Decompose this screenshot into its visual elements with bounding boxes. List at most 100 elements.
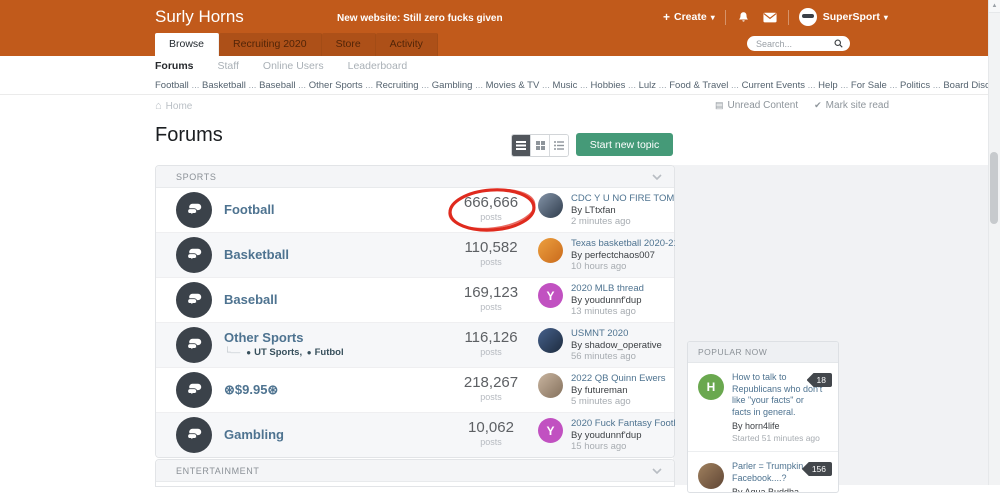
avatar[interactable]: [538, 328, 563, 353]
avatar[interactable]: [538, 238, 563, 263]
collapse-chevron-icon[interactable]: [652, 172, 662, 182]
section-title: ENTERTAINMENT: [176, 466, 259, 476]
plus-icon: +: [663, 10, 670, 24]
latest-post-time: 2 minutes ago: [571, 216, 675, 228]
latest-post-title-link[interactable]: 2020 Fuck Fantasy Football: [571, 418, 675, 430]
avatar[interactable]: H: [698, 374, 724, 400]
category-link[interactable]: Other Sports: [309, 80, 363, 91]
grid-view-toggle[interactable]: [531, 135, 550, 156]
latest-post-title-link[interactable]: 2022 QB Quinn Ewers: [571, 373, 675, 385]
latest-post-time: 5 minutes ago: [571, 396, 675, 408]
popular-topic-author[interactable]: By Aqua Buddha: [732, 487, 830, 493]
avatar[interactable]: Y: [538, 283, 563, 308]
forum-title-link[interactable]: Other Sports: [224, 330, 303, 345]
category-link[interactable]: For Sale: [851, 80, 887, 91]
latest-post-title-link[interactable]: 2020 MLB thread: [571, 283, 675, 295]
avatar[interactable]: [538, 373, 563, 398]
announcement-ticker: New website: Still zero fucks given: [337, 13, 503, 24]
category-link[interactable]: Music: [553, 80, 578, 91]
forum-title-link[interactable]: Basketball: [224, 247, 289, 262]
category-link[interactable]: Football: [155, 80, 189, 91]
latest-post-author[interactable]: By youdunnf'dup: [571, 430, 675, 442]
latest-post-title-link[interactable]: CDC Y U NO FIRE TOM HERMAN..: [571, 193, 675, 205]
category-link[interactable]: Gambling: [432, 80, 473, 91]
avatar[interactable]: [538, 193, 563, 218]
latest-post: 2022 QB Quinn Ewers By futureman 5 minut…: [538, 373, 675, 408]
posts-number: 10,062: [446, 419, 536, 436]
unread-content-icon: ▤: [715, 100, 724, 110]
create-button[interactable]: + Create ▾: [663, 10, 715, 24]
breadcrumb[interactable]: ⌂Home: [155, 100, 192, 112]
category-link[interactable]: Baseball: [259, 80, 295, 91]
tab-recruiting-2020[interactable]: Recruiting 2020: [219, 33, 322, 56]
latest-post-time: 10 hours ago: [571, 261, 675, 273]
forum-title-link[interactable]: Gambling: [224, 427, 284, 442]
category-link[interactable]: Recruiting: [376, 80, 419, 91]
tab-browse[interactable]: Browse: [155, 33, 219, 56]
posts-label: posts: [446, 302, 536, 312]
subnav-staff[interactable]: Staff: [218, 60, 239, 72]
forum-title-link[interactable]: Football: [224, 202, 275, 217]
mark-site-read-link[interactable]: ✔Mark site read: [814, 100, 889, 111]
subnav-forums[interactable]: Forums: [155, 60, 194, 72]
latest-post-author[interactable]: By perfectchaos007: [571, 250, 675, 262]
tab-store[interactable]: Store: [322, 33, 376, 56]
search-input[interactable]: [754, 38, 834, 50]
category-link[interactable]: Movies & TV: [486, 80, 540, 91]
subforum-link[interactable]: Futbol: [315, 347, 344, 358]
subnav-online-users[interactable]: Online Users: [263, 60, 324, 72]
avatar[interactable]: Y: [538, 418, 563, 443]
latest-post-author[interactable]: By futureman: [571, 385, 675, 397]
posts-count: 10,062 posts: [446, 419, 536, 447]
popular-topic-author[interactable]: By horn4life: [732, 421, 830, 431]
subnav-leaderboard[interactable]: Leaderboard: [348, 60, 408, 72]
latest-post-author[interactable]: By LTtxfan: [571, 205, 675, 217]
scrollbar-thumb[interactable]: [990, 152, 998, 224]
notifications-bell-icon[interactable]: [736, 10, 751, 25]
category-link[interactable]: Hobbies: [591, 80, 626, 91]
forum-title-link[interactable]: Baseball: [224, 292, 277, 307]
unread-content-link[interactable]: ▤Unread Content: [715, 100, 798, 111]
separator: ...: [728, 80, 741, 91]
subforum-list: └—●UT Sports, ●Futbol: [224, 347, 344, 358]
primary-tabs: BrowseRecruiting 2020StoreActivity: [155, 33, 438, 56]
latest-post-time: 13 minutes ago: [571, 306, 675, 318]
avatar[interactable]: [698, 463, 724, 489]
user-avatar[interactable]: [799, 8, 817, 26]
category-link[interactable]: Food & Travel: [669, 80, 728, 91]
category-link[interactable]: Current Events: [742, 80, 805, 91]
scroll-up-arrow[interactable]: ▲: [989, 0, 1000, 13]
table-view-toggle[interactable]: [512, 135, 531, 156]
posts-number: 666,666: [446, 194, 536, 211]
latest-post-title-link[interactable]: USMNT 2020: [571, 328, 675, 340]
separator: ...: [838, 80, 851, 91]
tab-activity[interactable]: Activity: [376, 33, 438, 56]
start-new-topic-button[interactable]: Start new topic: [576, 133, 673, 156]
forum-title-link[interactable]: ⊛$9.95⊛: [224, 382, 278, 398]
separator: ...: [363, 80, 376, 91]
subforum-link[interactable]: UT Sports,: [254, 347, 302, 358]
category-link[interactable]: Help: [818, 80, 838, 91]
category-link[interactable]: Politics: [900, 80, 930, 91]
collapse-chevron-icon[interactable]: [652, 466, 662, 476]
breadcrumb-row: ⌂Home ▤Unread Content ✔Mark site read: [0, 95, 1000, 119]
site-title[interactable]: Surly Horns: [155, 7, 244, 27]
separator: ...: [419, 80, 432, 91]
messages-envelope-icon[interactable]: [763, 10, 778, 25]
latest-post-title-link[interactable]: Texas basketball 2020-21: ...: [571, 238, 675, 250]
user-menu[interactable]: SuperSport ▾: [799, 8, 888, 26]
elbow-icon: └—: [224, 347, 240, 358]
chevron-down-icon: ▾: [711, 13, 715, 22]
separator: ...: [246, 80, 259, 91]
list-view-toggle[interactable]: [550, 135, 568, 156]
page-scrollbar[interactable]: ▲: [988, 0, 1000, 485]
separator: ...: [656, 80, 669, 91]
category-link[interactable]: Basketball: [202, 80, 246, 91]
search-box[interactable]: [747, 36, 850, 51]
latest-post-author[interactable]: By youdunnf'dup: [571, 295, 675, 307]
posts-number: 116,126: [446, 329, 536, 346]
category-link[interactable]: Lulz: [639, 80, 656, 91]
search-icon[interactable]: [834, 35, 843, 53]
latest-post-author[interactable]: By shadow_operative: [571, 340, 675, 352]
posts-count: 169,123 posts: [446, 284, 536, 312]
